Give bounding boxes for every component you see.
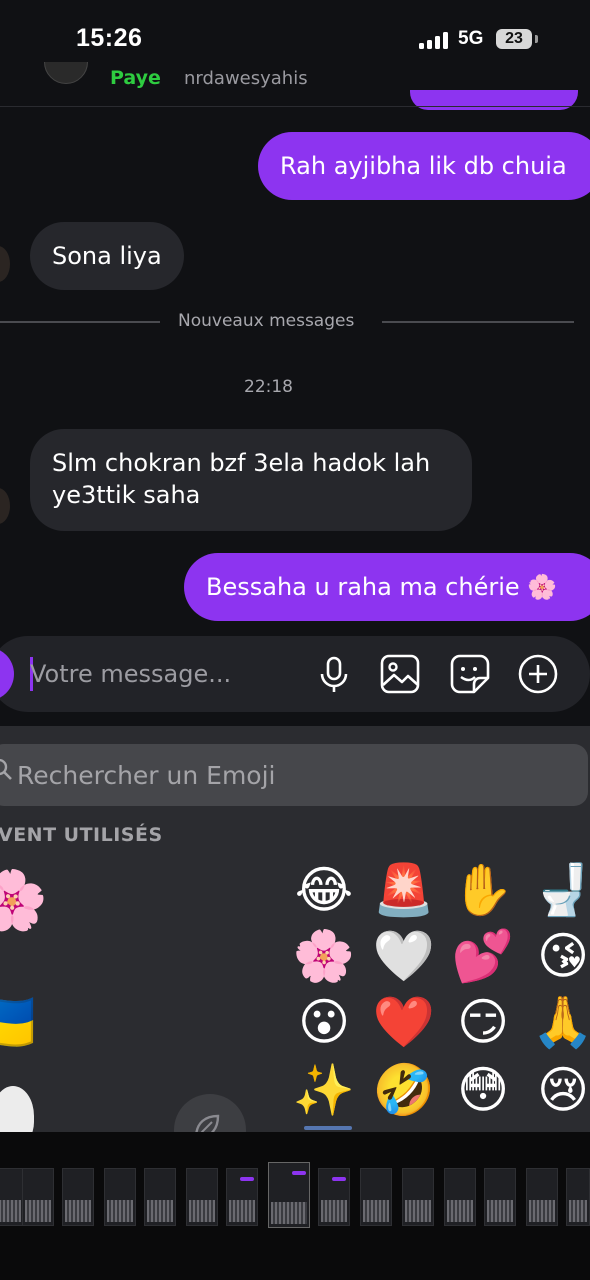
emoji-rofl[interactable]: 🤣 bbox=[372, 1058, 436, 1122]
thumbnail-strip[interactable] bbox=[0, 1132, 590, 1280]
emoji-kissing-heart[interactable]: 😘 bbox=[531, 924, 590, 988]
contact-name: Paye bbox=[110, 67, 161, 89]
message-text: Bessaha u raha ma chérie 🌸 bbox=[206, 573, 558, 601]
thumbnail[interactable] bbox=[318, 1168, 350, 1226]
thumbnail[interactable] bbox=[22, 1168, 54, 1226]
emoji-egg-partial[interactable] bbox=[0, 1086, 34, 1132]
thumbnail[interactable] bbox=[186, 1168, 218, 1226]
new-messages-divider-left bbox=[0, 321, 160, 323]
message-text: Rah ayjibha lik db chuia bbox=[280, 152, 567, 180]
emoji-joy[interactable]: 😂 bbox=[292, 858, 356, 922]
message-bubble-received[interactable]: Sona liya bbox=[30, 222, 184, 290]
emoji-two-hearts[interactable]: 💕 bbox=[451, 924, 515, 988]
message-text: Sona liya bbox=[52, 242, 162, 270]
emoji-cry[interactable]: 😢 bbox=[531, 1058, 590, 1122]
message-input[interactable] bbox=[30, 656, 300, 692]
emoji-raised-hand[interactable]: ✋ bbox=[451, 858, 515, 922]
microphone-icon[interactable] bbox=[312, 652, 356, 696]
battery-cap bbox=[535, 35, 538, 43]
thumbnail[interactable] bbox=[226, 1168, 258, 1226]
emoji-toilet[interactable]: 🚽 bbox=[531, 858, 590, 922]
emoji-sparkles[interactable]: ✨ bbox=[292, 1058, 356, 1122]
category-indicator bbox=[304, 1126, 352, 1130]
new-messages-divider-right bbox=[382, 321, 574, 323]
thumbnail[interactable] bbox=[360, 1168, 392, 1226]
battery-icon: 23 bbox=[496, 29, 532, 49]
thumbnail[interactable] bbox=[402, 1168, 434, 1226]
contact-avatar[interactable] bbox=[44, 62, 88, 84]
header-divider bbox=[0, 106, 590, 107]
previous-sent-bubble[interactable] bbox=[410, 90, 578, 110]
message-bubble-sent[interactable]: Bessaha u raha ma chérie 🌸 bbox=[184, 553, 590, 621]
search-icon bbox=[0, 759, 12, 780]
thumbnail[interactable] bbox=[104, 1168, 136, 1226]
emoji-cherry-blossom[interactable]: 🌸 bbox=[292, 924, 356, 988]
contact-username: nrdawesyahis bbox=[184, 68, 308, 89]
emoji-white-heart[interactable]: 🤍 bbox=[372, 924, 436, 988]
emoji-flag-ukraine[interactable]: 🇺🇦 bbox=[0, 982, 40, 1062]
thumbnail[interactable] bbox=[566, 1168, 590, 1226]
thumbnail[interactable] bbox=[144, 1168, 176, 1226]
recent-emojis-title: VENT UTILISÉS bbox=[0, 824, 163, 846]
sender-avatar[interactable] bbox=[0, 246, 10, 282]
message-text: Slm chokran bzf 3ela hadok lah ye3ttik s… bbox=[52, 449, 431, 509]
backspace-icon bbox=[195, 1114, 220, 1132]
thumbnail[interactable] bbox=[444, 1168, 476, 1226]
add-icon[interactable] bbox=[516, 652, 560, 696]
thumbnail[interactable] bbox=[484, 1168, 516, 1226]
emoji-search-input[interactable] bbox=[17, 756, 557, 794]
network-type: 5G bbox=[458, 28, 484, 49]
image-icon[interactable] bbox=[378, 652, 422, 696]
emoji-open-mouth[interactable]: 😮 bbox=[292, 990, 356, 1054]
sticker-icon[interactable] bbox=[448, 652, 492, 696]
message-timestamp: 22:18 bbox=[244, 377, 293, 397]
emoji-smirk[interactable]: 😏 bbox=[451, 990, 515, 1054]
emoji-red-heart[interactable]: ❤️ bbox=[372, 990, 436, 1054]
emoji-siren[interactable]: 🚨 bbox=[372, 858, 436, 922]
thumbnail[interactable] bbox=[0, 1168, 24, 1226]
new-messages-label: Nouveaux messages bbox=[178, 311, 355, 331]
emoji-cherry-blossom[interactable]: 🌸 bbox=[0, 860, 52, 940]
thumbnail-active[interactable] bbox=[268, 1162, 310, 1228]
signal-icon bbox=[419, 31, 449, 49]
message-bubble-sent[interactable]: Rah ayjibha lik db chuia bbox=[258, 132, 590, 200]
thumbnail[interactable] bbox=[62, 1168, 94, 1226]
emoji-pray[interactable]: 🙏 bbox=[531, 990, 590, 1054]
message-bubble-received[interactable]: Slm chokran bzf 3ela hadok lah ye3ttik s… bbox=[30, 429, 472, 531]
emoji-panel: VENT UTILISÉS 🌸 🇺🇦 😂 🚨 ✋ 🚽 🌸 🤍 💕 😘 😮 ❤️ … bbox=[0, 726, 590, 1132]
thumbnail[interactable] bbox=[526, 1168, 558, 1226]
sender-avatar[interactable] bbox=[0, 488, 10, 524]
emoji-flushed[interactable]: 😳 bbox=[451, 1058, 515, 1122]
status-time: 15:26 bbox=[76, 24, 143, 52]
